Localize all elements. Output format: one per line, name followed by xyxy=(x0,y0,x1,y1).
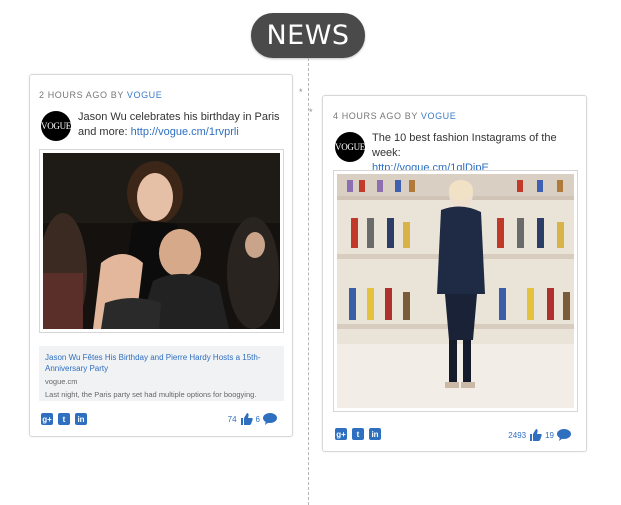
timeline-line xyxy=(308,58,309,505)
preview-description: Last night, the Paris party set had mult… xyxy=(45,390,257,399)
thumbs-up-icon[interactable] xyxy=(240,413,253,425)
comment-icon[interactable] xyxy=(557,429,571,441)
post-stats: 74 6 xyxy=(228,413,280,425)
share-buttons: g+ t in xyxy=(41,413,87,425)
news-post-card: 2 HOURS AGO BY VOGUE VOGUE Jason Wu cele… xyxy=(29,74,293,437)
timeline-marker: * xyxy=(299,87,303,97)
vogue-logo-avatar[interactable]: VOGUE xyxy=(41,111,71,141)
twitter-icon[interactable]: t xyxy=(58,413,70,425)
post-meta: 4 HOURS AGO BY VOGUE xyxy=(333,111,456,121)
like-count: 74 xyxy=(227,414,237,424)
party-photo xyxy=(43,153,280,329)
post-text-body: The 10 best fashion Instagrams of the we… xyxy=(372,132,557,159)
post-stats: 2493 19 xyxy=(508,429,574,441)
news-header-pill: NEWS xyxy=(251,13,365,58)
thumbs-up-icon[interactable] xyxy=(529,429,542,441)
like-count: 2493 xyxy=(508,430,527,440)
comment-count: 6 xyxy=(255,414,260,424)
share-buttons: g+ t in xyxy=(335,428,381,440)
post-text: Jason Wu celebrates his birthday in Pari… xyxy=(78,110,286,140)
linkedin-icon[interactable]: in xyxy=(75,413,87,425)
post-photo[interactable] xyxy=(333,170,578,412)
post-link[interactable]: http://vogue.cm/1rvprli xyxy=(131,126,239,138)
link-preview[interactable]: Jason Wu Fêtes His Birthday and Pierre H… xyxy=(39,346,284,401)
preview-domain: vogue.cm xyxy=(45,377,78,386)
post-time: 4 HOURS AGO BY xyxy=(333,111,418,121)
preview-title[interactable]: Jason Wu Fêtes His Birthday and Pierre H… xyxy=(45,352,278,374)
post-meta: 2 HOURS AGO BY VOGUE xyxy=(39,90,162,100)
post-photo[interactable] xyxy=(39,149,284,333)
comment-count: 19 xyxy=(545,430,554,440)
timeline-marker: * xyxy=(309,107,313,117)
post-author-link[interactable]: VOGUE xyxy=(421,111,457,121)
post-author-link[interactable]: VOGUE xyxy=(127,90,163,100)
post-time: 2 HOURS AGO BY xyxy=(39,90,124,100)
news-post-card: 4 HOURS AGO BY VOGUE VOGUE The 10 best f… xyxy=(322,95,587,452)
vogue-logo-avatar[interactable]: VOGUE xyxy=(335,132,365,162)
comment-icon[interactable] xyxy=(263,413,277,425)
google-plus-icon[interactable]: g+ xyxy=(41,413,53,425)
google-plus-icon[interactable]: g+ xyxy=(335,428,347,440)
linkedin-icon[interactable]: in xyxy=(369,428,381,440)
twitter-icon[interactable]: t xyxy=(352,428,364,440)
shoe-shelves-photo xyxy=(337,174,574,408)
